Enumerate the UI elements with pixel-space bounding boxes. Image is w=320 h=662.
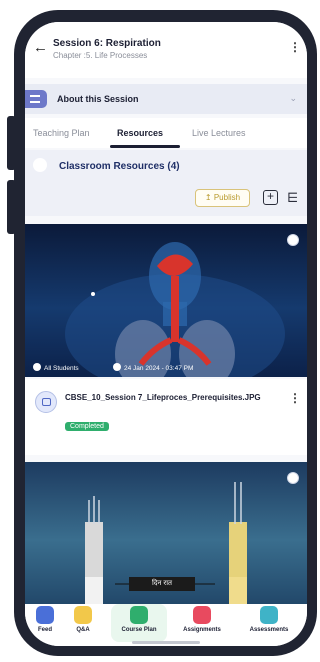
assignments-icon: [193, 606, 211, 624]
datetime-text: 24 Jan 2024 - 03:47 PM: [124, 365, 194, 372]
chevron-down-icon: ⌄: [289, 93, 297, 103]
audience-text: All Students: [44, 365, 79, 372]
nav-course-plan-label: Course Plan: [121, 627, 157, 633]
nav-assignments-label: Assignments: [183, 627, 221, 633]
home-indicator: [132, 641, 200, 644]
tab-resources[interactable]: Resources: [117, 128, 163, 138]
nav-assessments-label: Assessments: [249, 627, 289, 633]
nav-qa-label: Q&A: [76, 627, 90, 633]
course-plan-icon: [130, 606, 148, 624]
nav-course-plan[interactable]: Course Plan: [111, 606, 167, 633]
info-icon: [25, 90, 47, 108]
select-all-radio[interactable]: [33, 158, 47, 172]
select-resource-radio[interactable]: [287, 234, 299, 246]
image-caption: दिन रात: [129, 577, 195, 591]
session-tabs: Teaching Plan Resources Live Lectures: [25, 118, 307, 148]
status-badge: Completed: [65, 422, 109, 431]
active-tab-indicator: [110, 145, 180, 148]
about-session-bar[interactable]: About this Session ⌄: [25, 84, 307, 114]
resource-image-day-night[interactable]: दिन रात: [25, 462, 307, 604]
tab-live-lectures[interactable]: Live Lectures: [192, 128, 246, 138]
resource-file-name: CBSE_10_Session 7_Lifeproces_Prerequisit…: [65, 393, 261, 402]
nav-assignments[interactable]: Assignments: [171, 606, 233, 633]
resource-image-respiratory-system[interactable]: All Students 24 Jan 2024 - 03:47 PM: [25, 224, 307, 377]
select-resource-radio-2[interactable]: [287, 472, 299, 484]
header-more-icon[interactable]: ⋮: [289, 40, 301, 54]
classroom-resources-header: Classroom Resources (4) ↥ Publish + ⋿: [25, 150, 307, 216]
qa-icon: [74, 606, 92, 624]
session-title: Session 6: Respiration: [53, 38, 161, 49]
nav-feed-label: Feed: [37, 627, 52, 633]
nav-feed[interactable]: Feed: [31, 606, 59, 633]
back-arrow-icon[interactable]: ←: [33, 40, 49, 56]
nav-assessments[interactable]: Assessments: [237, 606, 301, 633]
chapter-subtitle: Chapter :5. Life Processes: [53, 51, 148, 60]
tab-teaching-plan[interactable]: Teaching Plan: [33, 128, 90, 138]
about-session-label: About this Session: [57, 94, 139, 104]
resource-file-row[interactable]: CBSE_10_Session 7_Lifeproces_Prerequisit…: [25, 379, 307, 455]
phone-screen: ← Session 6: Respiration Chapter :5. Lif…: [25, 22, 307, 646]
clock-icon: [113, 363, 121, 371]
image-file-icon: [35, 391, 57, 413]
students-icon: [33, 363, 41, 371]
feed-icon: [36, 606, 54, 624]
nav-qa[interactable]: Q&A: [65, 606, 101, 633]
classroom-resources-title: Classroom Resources (4): [59, 161, 180, 172]
assessments-icon: [260, 606, 278, 624]
resource-more-icon[interactable]: ⋮: [289, 391, 301, 405]
filter-icon[interactable]: ⋿: [287, 190, 303, 205]
respiratory-illustration: [65, 242, 285, 377]
session-header: ← Session 6: Respiration Chapter :5. Lif…: [25, 22, 307, 78]
bottom-navigation: Feed Q&A Course Plan Assignments Assessm…: [25, 604, 307, 646]
publish-button[interactable]: ↥ Publish: [195, 189, 250, 207]
audience-meta: All Students: [33, 363, 79, 372]
add-resource-icon[interactable]: +: [263, 190, 278, 205]
datetime-meta: 24 Jan 2024 - 03:47 PM: [113, 363, 193, 372]
